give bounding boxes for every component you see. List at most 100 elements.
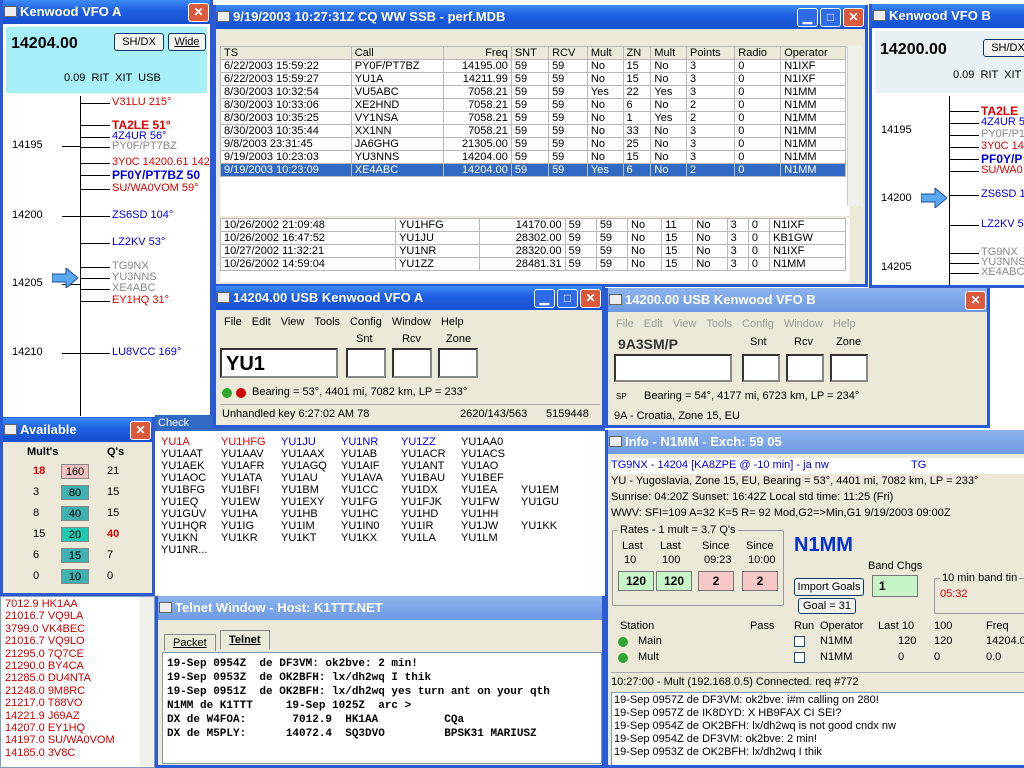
check-call[interactable]: YU1EW bbox=[221, 496, 281, 508]
check-call[interactable]: YU1JW bbox=[461, 520, 521, 532]
menu-item[interactable]: Config bbox=[350, 316, 382, 328]
spot-line[interactable]: 21290.0 BY4CA bbox=[5, 660, 115, 672]
check-call[interactable]: YU1DX bbox=[401, 484, 461, 496]
spot-callsign[interactable]: PY0F/P1 bbox=[981, 128, 1024, 140]
check-call[interactable]: YU1EQ bbox=[161, 496, 221, 508]
check-call[interactable]: YU1EA bbox=[461, 484, 521, 496]
check-call[interactable]: YU1AAX bbox=[281, 448, 341, 460]
call-input[interactable]: YU1 bbox=[220, 348, 338, 378]
check-call[interactable]: YU1HH bbox=[461, 508, 521, 520]
check-call[interactable]: YU1GUV bbox=[161, 508, 221, 520]
check-call[interactable]: YU1AFR bbox=[221, 460, 281, 472]
talk-log[interactable]: 19-Sep 0957Z de DF3VM: ok2bve: i#m calli… bbox=[611, 692, 1024, 765]
check-window[interactable]: Check YU1A YU1HFG YU1JU YU1NR YU1ZZ YU1AA0 YU1… bbox=[155, 415, 605, 595]
column-header[interactable]: Mult bbox=[650, 46, 688, 60]
bandmap-vfo-a-window[interactable]: Kenwood VFO A ✕ 14204.00 SH/DX Wide 0.09… bbox=[0, 0, 213, 420]
log-titlebar[interactable]: 9/19/2003 10:27:31Z CQ WW SSB - perf.MDB… bbox=[216, 5, 865, 29]
bandmap-a-titlebar[interactable]: Kenwood VFO A ✕ bbox=[3, 0, 210, 24]
check-call[interactable] bbox=[521, 436, 581, 448]
goal-button[interactable]: Goal = 31 bbox=[798, 598, 856, 614]
check-call[interactable]: YU1NR... bbox=[161, 544, 221, 556]
column-header[interactable]: Freq bbox=[442, 46, 512, 60]
bandmap-b-titlebar[interactable]: Kenwood VFO B bbox=[872, 4, 1024, 28]
check-call[interactable]: YU1EM bbox=[521, 484, 581, 496]
spot-callsign[interactable]: XE4ABC bbox=[981, 266, 1024, 278]
check-call[interactable]: YU1BFG bbox=[161, 484, 221, 496]
column-header[interactable]: Call bbox=[350, 46, 444, 60]
telnet-titlebar[interactable]: Telnet Window - Host: K1TTT.NET bbox=[158, 596, 602, 620]
column-header[interactable]: Points bbox=[686, 46, 736, 60]
menu-item[interactable]: View bbox=[673, 318, 697, 330]
check-table[interactable]: YU1A YU1HFG YU1JU YU1NR YU1ZZ YU1AA0 YU1AAT YU1… bbox=[161, 436, 581, 556]
column-header[interactable]: RCV bbox=[548, 46, 588, 60]
column-header[interactable]: Mult bbox=[586, 46, 624, 60]
run-checkbox[interactable] bbox=[794, 636, 805, 647]
column-header[interactable]: Radio bbox=[734, 46, 782, 60]
spot-line[interactable]: 21217.0 T88VO bbox=[5, 697, 115, 709]
check-call[interactable]: YU1IR bbox=[401, 520, 461, 532]
rcv-input-b[interactable] bbox=[786, 354, 824, 382]
table-row[interactable]: 10/26/2002 14:59:04 YU1ZZ 28481.31 59 59 No 15… bbox=[219, 257, 846, 271]
menu-item[interactable]: Window bbox=[784, 318, 823, 330]
check-call[interactable]: YU1IM bbox=[281, 520, 341, 532]
entry-a-titlebar[interactable]: 14204.00 USB Kenwood VFO A ▁ □ ✕ bbox=[216, 286, 602, 310]
check-call[interactable] bbox=[461, 544, 521, 556]
check-call[interactable]: YU1HA bbox=[221, 508, 281, 520]
spot-line[interactable]: 3799.0 VK4BEC bbox=[5, 623, 115, 635]
check-call[interactable]: YU1AAV bbox=[221, 448, 281, 460]
check-call[interactable]: YU1JU bbox=[281, 436, 341, 448]
band-button[interactable]: 160 bbox=[61, 464, 89, 479]
spot-line[interactable]: 21248.0 9M8RC bbox=[5, 685, 115, 697]
spot-callsign[interactable]: LU8VCC 169° bbox=[112, 346, 181, 358]
table-row[interactable]: 10/27/2002 11:32:21 YU1NR 28320.00 59 59 No 15… bbox=[219, 244, 846, 258]
check-call[interactable]: YU1FG bbox=[341, 496, 401, 508]
table-row[interactable]: 8/30/2003 10:35:25 VY1NSA 7058.21 59 59 No 1 Ye… bbox=[220, 111, 846, 125]
tab-packet[interactable]: Packet bbox=[164, 634, 216, 651]
check-call[interactable]: YU1KK bbox=[521, 520, 581, 532]
spot-callsign[interactable]: V31LU 215° bbox=[112, 96, 171, 108]
check-call[interactable]: YU1BM bbox=[281, 484, 341, 496]
spot-line[interactable]: 14207.0 EY1HQ bbox=[5, 722, 115, 734]
check-call[interactable]: YU1IG bbox=[221, 520, 281, 532]
check-call[interactable] bbox=[521, 544, 581, 556]
check-call[interactable]: YU1A bbox=[161, 436, 221, 448]
menu-item[interactable]: Tools bbox=[706, 318, 732, 330]
snt-input-b[interactable] bbox=[742, 354, 780, 382]
info-window[interactable]: Info - N1MM - Exch: 59 05 TG9NX - 14204 … bbox=[605, 430, 1024, 768]
check-call[interactable]: YU1AEK bbox=[161, 460, 221, 472]
log-grid[interactable]: TS Call Freq SNT RCV Mult ZN Mult Points Radio Ope… bbox=[220, 46, 850, 216]
available-titlebar[interactable]: Available ✕ bbox=[3, 418, 152, 442]
entry-b-titlebar[interactable]: 14200.00 USB Kenwood VFO B ✕ bbox=[608, 288, 987, 312]
band-button[interactable]: 15 bbox=[61, 548, 89, 563]
table-row[interactable]: 10/26/2002 16:47:52 YU1JU 28302.00 59 59 No 15… bbox=[219, 231, 846, 245]
menu-item[interactable]: Help bbox=[833, 318, 856, 330]
check-call[interactable] bbox=[401, 544, 461, 556]
check-call[interactable]: YU1BEF bbox=[461, 472, 521, 484]
check-call[interactable]: YU1HQR bbox=[161, 520, 221, 532]
check-call[interactable]: YU1ACS bbox=[461, 448, 521, 460]
check-call[interactable]: YU1FJK bbox=[401, 496, 461, 508]
spot-callsign[interactable]: 3Y0C 14200.61 142 bbox=[112, 156, 210, 168]
spot-line[interactable]: 7012.9 HK1AA bbox=[5, 598, 115, 610]
log-table[interactable]: TS Call Freq SNT RCV Mult ZN Mult Points Radio Ope… bbox=[220, 46, 846, 177]
snt-input[interactable] bbox=[346, 348, 386, 378]
band-button[interactable]: 80 bbox=[61, 485, 89, 500]
check-call[interactable]: YU1AU bbox=[281, 472, 341, 484]
spot-line[interactable]: 21295.0 7Q7CE bbox=[5, 648, 115, 660]
spot-callsign[interactable]: SU/WA0VOM 59° bbox=[112, 182, 199, 194]
spot-line[interactable]: 21016.7 VQ9LO bbox=[5, 635, 115, 647]
minimize-button[interactable]: ▁ bbox=[534, 289, 555, 308]
menu-item[interactable]: Help bbox=[441, 316, 464, 328]
check-call[interactable] bbox=[221, 544, 281, 556]
close-button[interactable]: ✕ bbox=[580, 289, 601, 308]
tab-telnet[interactable]: Telnet bbox=[220, 630, 270, 649]
check-call[interactable]: YU1FW bbox=[461, 496, 521, 508]
spots-list-panel[interactable]: 7012.9 HK1AA 21016.7 VQ9LA 3799.0 VK4BEC 21… bbox=[0, 596, 155, 768]
check-call[interactable] bbox=[521, 508, 581, 520]
menu-item[interactable]: Window bbox=[392, 316, 431, 328]
menu-item[interactable]: Tools bbox=[314, 316, 340, 328]
sh-dx-button[interactable]: SH/DX bbox=[114, 33, 164, 51]
spot-callsign[interactable]: XE4ABC bbox=[112, 282, 155, 294]
entry-window-a[interactable]: 14204.00 USB Kenwood VFO A ▁ □ ✕ File Edi… bbox=[213, 286, 605, 428]
spot-line[interactable]: 21285.0 DU4NTA bbox=[5, 672, 115, 684]
